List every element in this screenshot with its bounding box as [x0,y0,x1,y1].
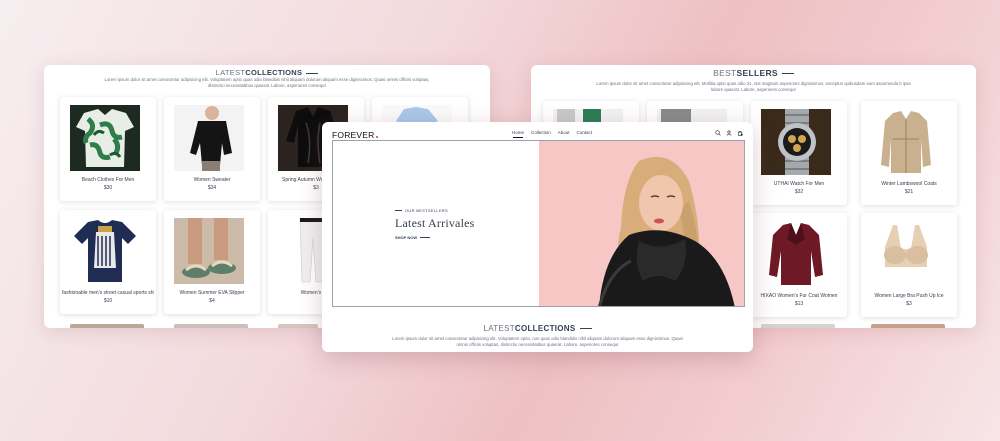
search-icon[interactable] [715,130,721,136]
product-card-partial [174,324,248,328]
hawaiian-shirt-image [70,105,140,171]
graphic-tshirt-icon [70,218,140,284]
hero-text-area: OUR BESTSELLERS Latest Arrivales SHOP NO… [333,141,539,306]
sweater-image [174,105,244,171]
product-card[interactable]: fashionable men's street casual sports s… [60,210,156,314]
fur-coat-image [761,221,831,287]
hero-banner: OUR BESTSELLERS Latest Arrivales SHOP NO… [332,140,745,307]
burgundy-coat-icon [761,221,831,287]
hero-eyebrow: OUR BESTSELLERS [395,208,448,213]
product-card[interactable]: Beach Clothes For Men $30 [60,97,156,201]
brand-logo[interactable]: FOREVER [332,130,378,140]
product-card[interactable]: Winter Lambswool Coats $21 [861,101,957,205]
black-sweater-icon [174,105,244,171]
slipper-image [174,218,244,284]
collections-title: LATESTCOLLECTIONS [322,324,753,333]
nav-collection[interactable]: Collection [531,130,551,135]
product-card[interactable]: Women Sweater $34 [164,97,260,201]
product-card-partial [278,324,318,328]
collections-description: Lorem ipsum dolor sit amet consectetur a… [392,336,683,347]
section-title: BESTSELLERS [531,68,976,78]
nav-about[interactable]: About [558,130,570,135]
profile-icon[interactable] [726,130,732,136]
section-title: LATESTCOLLECTIONS [44,68,490,77]
hero-image [539,141,744,306]
nav-contact[interactable]: Contact [577,130,593,135]
nav-menu: Home Collection About Contact [512,130,593,138]
bra-image [871,221,941,287]
model-photo [539,141,744,306]
shop-now-link[interactable]: SHOP NOW [395,235,475,240]
trench-coat-icon [871,109,941,175]
product-card-partial [70,324,144,328]
cart-icon[interactable] [737,130,743,136]
product-card[interactable]: UTHAI Watch For Men $32 [751,101,847,205]
nav-home[interactable]: Home [512,130,524,138]
section-description: Lorem ipsum dolor sit amet consectetur a… [104,77,430,88]
product-card[interactable]: HIXAO Women's Fur Coat Women $13 [751,213,847,317]
coat-image [871,109,941,175]
hawaiian-shirt-icon [70,105,140,171]
product-card-partial [761,324,835,328]
logo-dot [375,136,378,138]
tshirt-image [70,218,140,284]
nav-icons [715,130,743,136]
hero-title: Latest Arrivales [395,216,475,230]
section-description: Lorem ipsum dolor sit amet consectetur a… [596,81,911,92]
beige-bra-icon [871,221,941,287]
watch-image [761,109,831,175]
slipper-icon [174,218,244,284]
product-card-partial [871,324,945,328]
product-card[interactable]: Women Summer EVA Slipper $4 [164,210,260,314]
homepage-panel: FOREVER Home Collection About Contact OU… [322,122,753,352]
product-card[interactable]: Women Large Bra Push Up Ice $3 [861,213,957,317]
wristwatch-icon [761,109,831,175]
